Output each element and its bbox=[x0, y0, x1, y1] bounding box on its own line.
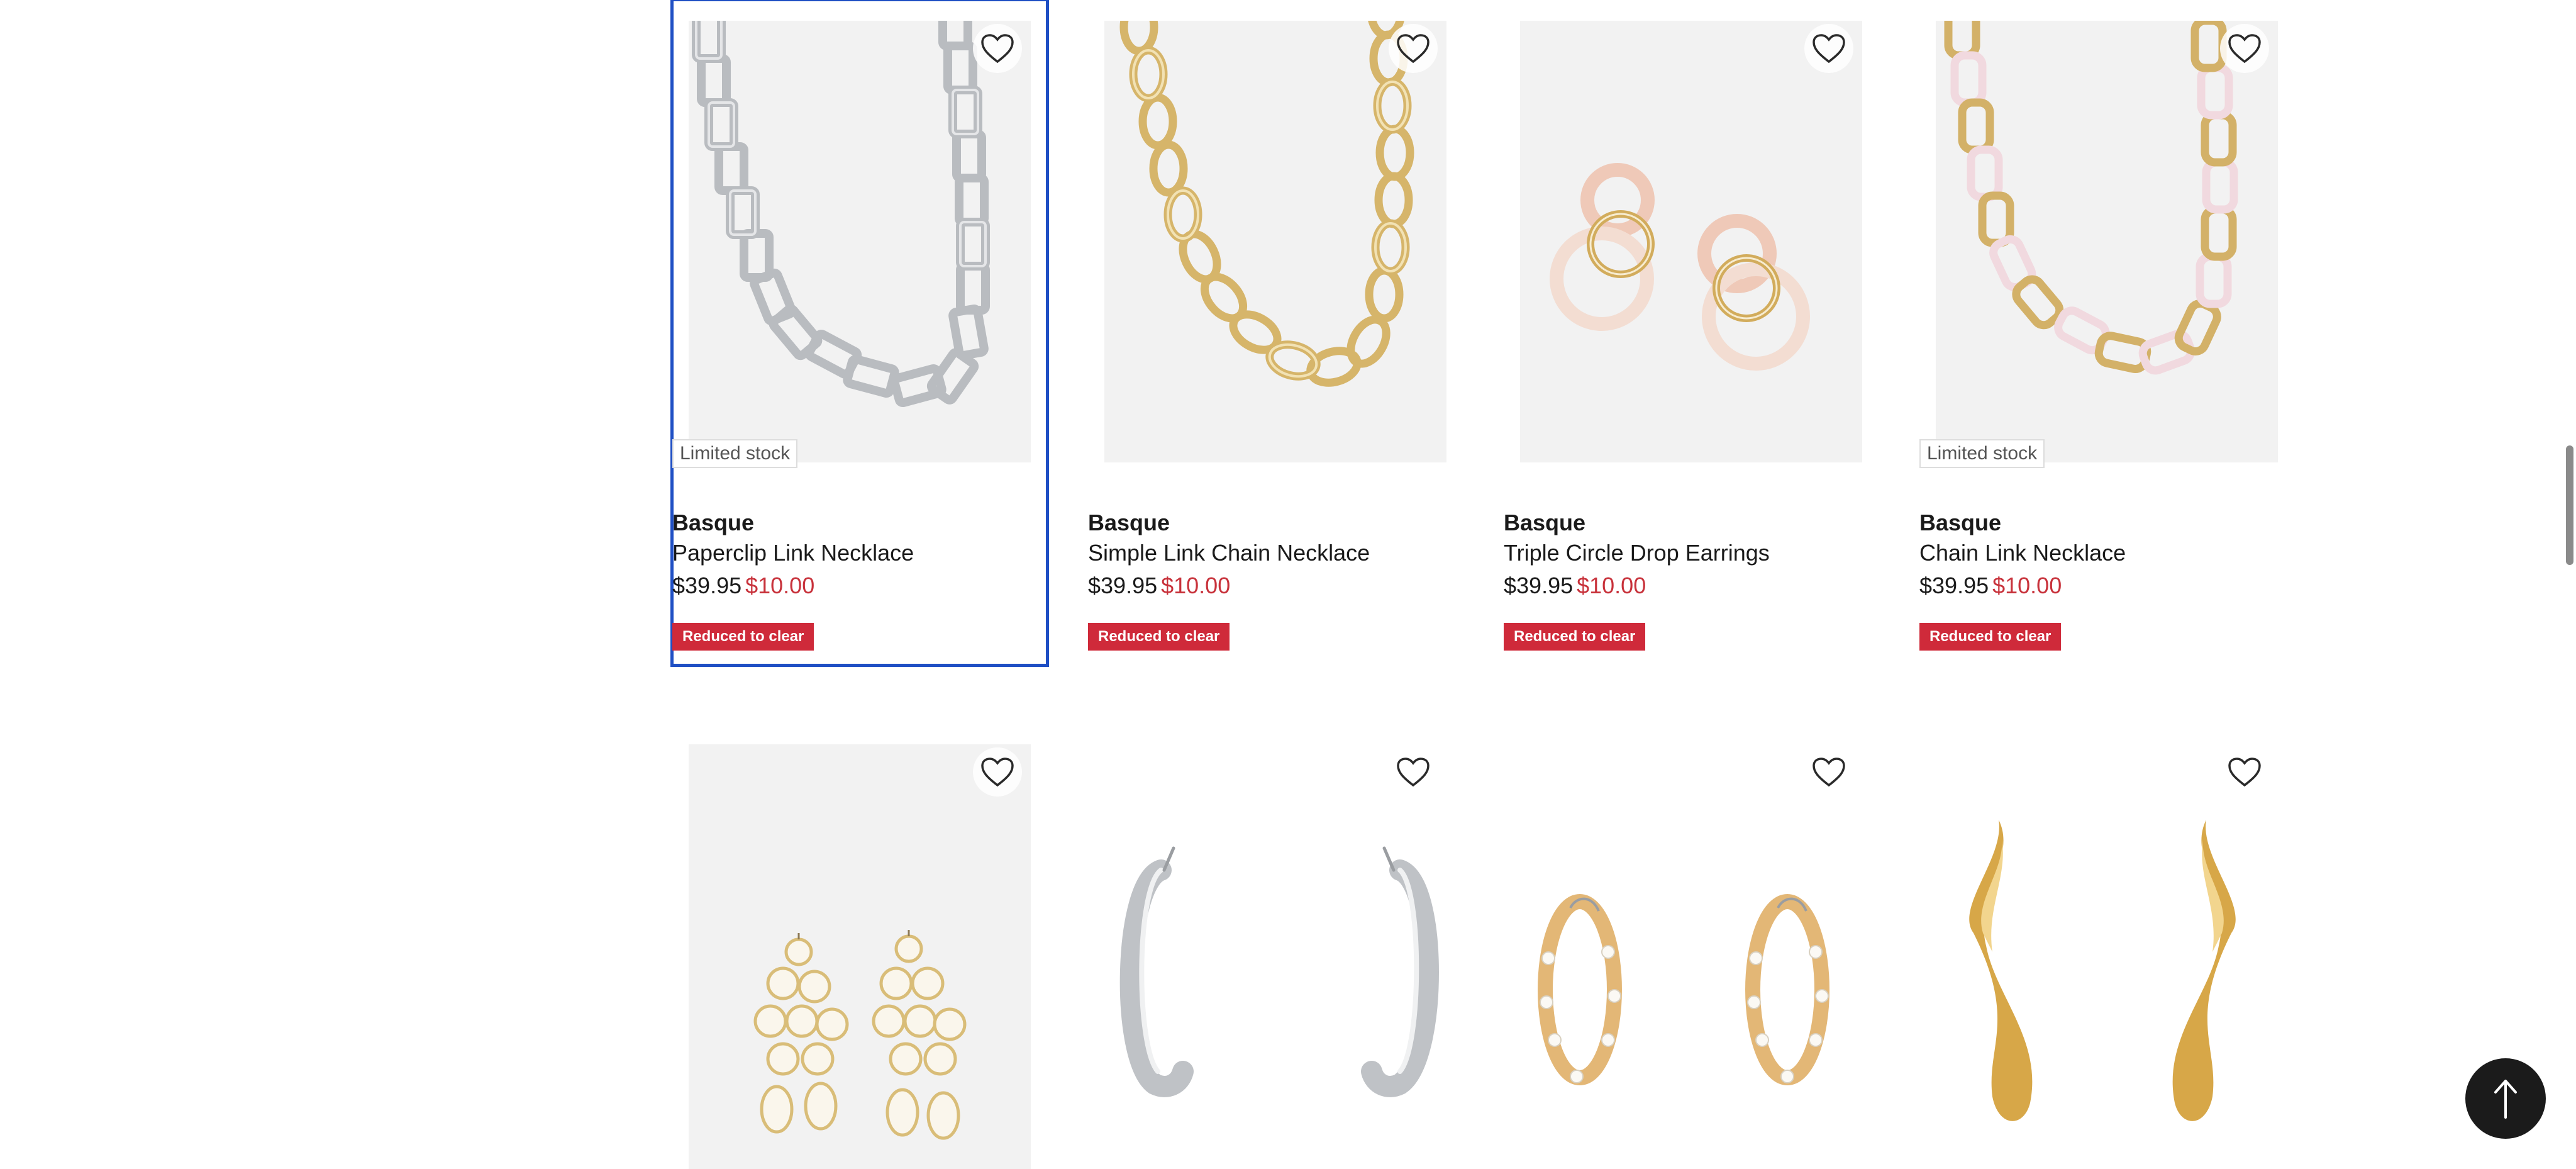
limited-stock-badge: Limited stock bbox=[1919, 439, 2045, 468]
product-prices: $39.95 $10.00 bbox=[1919, 573, 2062, 599]
product-name[interactable]: Simple Link Chain Necklace bbox=[1088, 540, 1370, 566]
product-image-silver-paperclip-necklace[interactable] bbox=[689, 21, 1031, 462]
wishlist-button[interactable] bbox=[1389, 747, 1438, 797]
scrollbar-thumb[interactable] bbox=[2566, 445, 2573, 565]
heart-outline-icon bbox=[1813, 34, 1845, 64]
product-card[interactable]: Basque Triple Circle Drop Earrings $39.9… bbox=[1504, 0, 1879, 665]
product-name[interactable]: Chain Link Necklace bbox=[1919, 540, 2126, 566]
limited-stock-badge: Limited stock bbox=[672, 439, 798, 468]
product-image-pearl-drop-earrings[interactable] bbox=[689, 744, 1031, 1169]
product-name[interactable]: Paperclip Link Necklace bbox=[672, 540, 914, 566]
product-image-triple-circle-earrings[interactable] bbox=[1520, 21, 1862, 462]
product-prices: $39.95 $10.00 bbox=[672, 573, 814, 599]
sale-price: $10.00 bbox=[1577, 573, 1646, 598]
sale-price: $10.00 bbox=[745, 573, 815, 598]
wishlist-button[interactable] bbox=[973, 747, 1022, 797]
original-price: $39.95 bbox=[1919, 573, 1989, 598]
wishlist-button[interactable] bbox=[973, 24, 1022, 73]
promo-badge: Reduced to clear bbox=[1919, 623, 2062, 651]
wishlist-button[interactable] bbox=[1804, 747, 1853, 797]
back-to-top-button[interactable] bbox=[2465, 1058, 2546, 1139]
wishlist-button[interactable] bbox=[1389, 24, 1438, 73]
wishlist-button[interactable] bbox=[2220, 747, 2269, 797]
original-price: $39.95 bbox=[1088, 573, 1158, 598]
wishlist-button[interactable] bbox=[2220, 24, 2269, 73]
heart-outline-icon bbox=[1813, 758, 1845, 787]
heart-outline-icon bbox=[1397, 758, 1430, 787]
promo-badge: Reduced to clear bbox=[1088, 623, 1230, 651]
promo-badge: Reduced to clear bbox=[1504, 623, 1646, 651]
heart-outline-icon bbox=[981, 34, 1014, 64]
product-image-gold-link-chain-necklace[interactable] bbox=[1104, 21, 1446, 462]
wishlist-button[interactable] bbox=[1804, 24, 1853, 73]
product-brand: Basque bbox=[1919, 510, 2002, 535]
product-card[interactable]: Limited stock Basque Paperclip Link Neck… bbox=[670, 0, 1049, 667]
original-price: $39.95 bbox=[1504, 573, 1574, 598]
product-card[interactable]: Basque Simple Link Chain Necklace $39.95… bbox=[1088, 0, 1463, 665]
heart-outline-icon bbox=[2228, 34, 2261, 64]
product-card[interactable] bbox=[1504, 724, 1879, 1169]
product-brand: Basque bbox=[1088, 510, 1170, 535]
sale-price: $10.00 bbox=[1992, 573, 2062, 598]
promo-badge: Reduced to clear bbox=[672, 623, 814, 651]
product-prices: $39.95 $10.00 bbox=[1504, 573, 1646, 599]
heart-outline-icon bbox=[2228, 758, 2261, 787]
product-image-silver-hoop-earrings[interactable] bbox=[1104, 744, 1446, 1169]
product-prices: $39.95 $10.00 bbox=[1088, 573, 1230, 599]
product-name[interactable]: Triple Circle Drop Earrings bbox=[1504, 540, 1770, 566]
arrow-up-icon bbox=[2494, 1080, 2517, 1119]
product-card[interactable]: Limited stock Basque Chain Link Necklace… bbox=[1919, 0, 2294, 665]
product-card[interactable] bbox=[1919, 724, 2294, 1169]
product-brand: Basque bbox=[1504, 510, 1586, 535]
product-image-chain-link-necklace[interactable] bbox=[1936, 21, 2278, 462]
heart-outline-icon bbox=[981, 758, 1014, 787]
sale-price: $10.00 bbox=[1161, 573, 1231, 598]
product-grid-page: Limited stock Basque Paperclip Link Neck… bbox=[0, 0, 2576, 1169]
product-card[interactable] bbox=[1088, 724, 1463, 1169]
product-card[interactable] bbox=[672, 724, 1047, 1169]
product-image-twist-gold-earrings[interactable] bbox=[1936, 744, 2278, 1169]
product-image-pearl-hoop-earrings[interactable] bbox=[1520, 744, 1862, 1169]
heart-outline-icon bbox=[1397, 34, 1430, 64]
product-brand: Basque bbox=[672, 510, 755, 535]
original-price: $39.95 bbox=[672, 573, 742, 598]
